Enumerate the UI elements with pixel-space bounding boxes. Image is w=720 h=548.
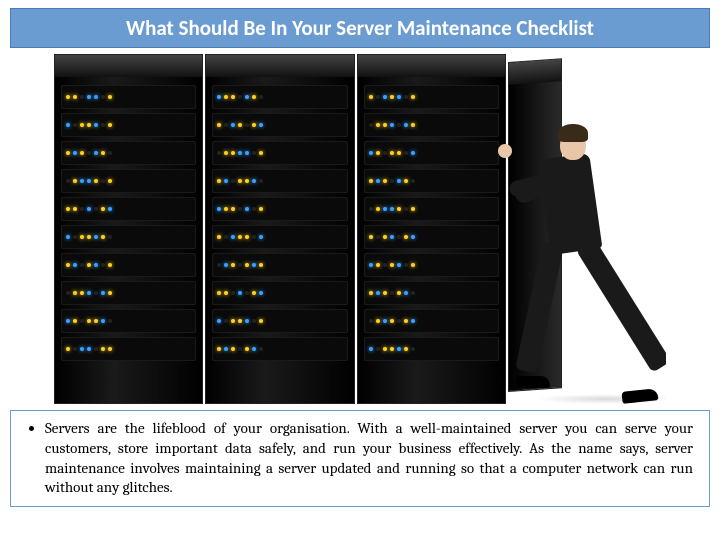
rack-1 <box>54 54 203 404</box>
rack-3 <box>357 54 506 404</box>
body-bullet-list: Servers are the lifeblood of your organi… <box>21 419 693 498</box>
slide-title: What Should Be In Your Server Maintenanc… <box>11 15 709 41</box>
hero-image <box>54 54 666 404</box>
body-text-box: Servers are the lifeblood of your organi… <box>10 410 710 507</box>
rack-2 <box>205 54 354 404</box>
slide-title-bar: What Should Be In Your Server Maintenanc… <box>10 8 710 48</box>
body-bullet-1: Servers are the lifeblood of your organi… <box>45 419 693 498</box>
person-pushing-rack <box>516 112 656 402</box>
server-racks <box>54 54 564 404</box>
